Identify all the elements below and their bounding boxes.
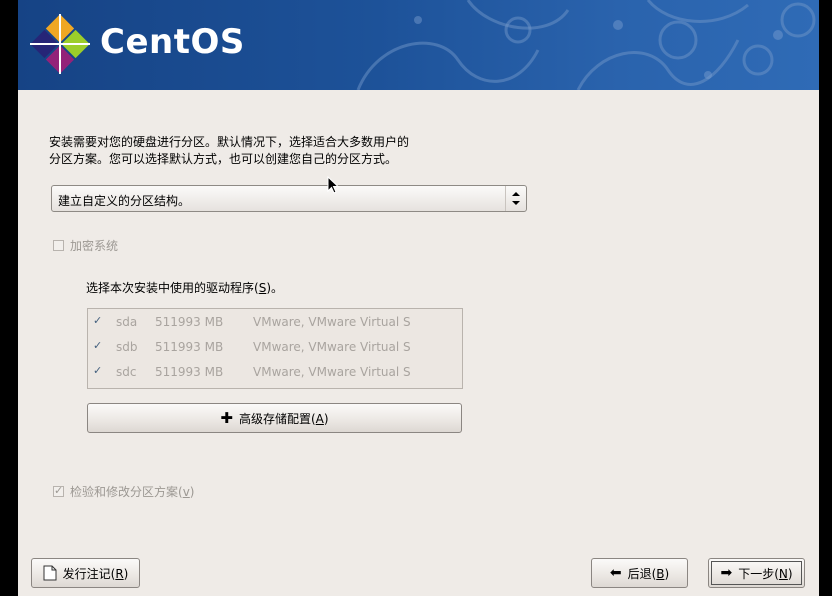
partition-layout-value: 建立自定义的分区结构。 — [58, 194, 191, 208]
plus-icon: ✚ — [220, 409, 233, 427]
drive-size: 511993 MB — [155, 315, 224, 329]
drive-selection-label: 选择本次安装中使用的驱动程序(S)。 — [86, 281, 283, 295]
installer-window: CentOS 安装需要对您的硬盘进行分区。默认情况下，选择适合大多数用户的 分区… — [18, 0, 819, 596]
drive-checkbox-sdc[interactable] — [93, 364, 104, 378]
back-button[interactable]: ⬅ 后退(B) — [591, 558, 688, 588]
next-label: 下一步(N) — [738, 566, 793, 581]
drive-row-sda[interactable]: sda 511993 MB VMware, VMware Virtual S — [88, 312, 462, 332]
updown-arrows-icon — [505, 186, 526, 211]
drive-model: VMware, VMware Virtual S — [253, 340, 411, 354]
partition-layout-select[interactable]: 建立自定义的分区结构。 — [51, 185, 527, 212]
encrypt-checkbox[interactable] — [53, 240, 64, 251]
drive-name: sda — [116, 315, 138, 329]
review-checkbox[interactable] — [53, 484, 64, 497]
intro-line-2: 分区方案。您可以选择默认方式，也可以创建您自己的分区方式。 — [49, 152, 398, 166]
release-notes-button[interactable]: 发行注记(R) — [31, 558, 140, 588]
arrow-left-icon: ⬅ — [609, 565, 622, 581]
encrypt-system-option[interactable]: 加密系统 — [53, 237, 118, 254]
next-button[interactable]: ➡ 下一步(N) — [708, 558, 805, 588]
drive-checkbox-sdb[interactable] — [93, 339, 104, 353]
intro-line-1: 安装需要对您的硬盘进行分区。默认情况下，选择适合大多数用户的 — [49, 135, 410, 149]
arrow-right-icon: ➡ — [720, 565, 733, 581]
drive-row-sdb[interactable]: sdb 511993 MB VMware, VMware Virtual S — [88, 337, 462, 357]
drive-row-sdc[interactable]: sdc 511993 MB VMware, VMware Virtual S — [88, 362, 462, 382]
drive-name: sdc — [116, 365, 137, 379]
document-icon — [43, 565, 57, 581]
back-label: 后退(B) — [627, 566, 670, 581]
review-label: 检验和修改分区方案(v) — [70, 485, 195, 499]
brand-name: CentOS — [100, 22, 245, 62]
drive-size: 511993 MB — [155, 365, 224, 379]
advanced-storage-label: 高级存储配置(A) — [238, 411, 329, 426]
drive-name: sdb — [116, 340, 138, 354]
drive-model: VMware, VMware Virtual S — [253, 365, 411, 379]
drive-list: sda 511993 MB VMware, VMware Virtual S s… — [87, 308, 463, 389]
release-notes-label: 发行注记(R) — [62, 566, 129, 581]
encrypt-label: 加密系统 — [70, 239, 119, 253]
mouse-cursor-icon — [327, 176, 339, 194]
advanced-storage-button[interactable]: ✚ 高级存储配置(A) — [87, 403, 462, 433]
drive-size: 511993 MB — [155, 340, 224, 354]
drive-model: VMware, VMware Virtual S — [253, 315, 411, 329]
intro-text: 安装需要对您的硬盘进行分区。默认情况下，选择适合大多数用户的 分区方案。您可以选… — [49, 134, 529, 168]
centos-banner: CentOS — [18, 0, 819, 90]
review-partition-option[interactable]: 检验和修改分区方案(v) — [53, 483, 194, 500]
centos-logo-icon — [30, 14, 90, 74]
drive-checkbox-sda[interactable] — [93, 314, 104, 328]
banner-swirl-decoration — [356, 0, 816, 90]
